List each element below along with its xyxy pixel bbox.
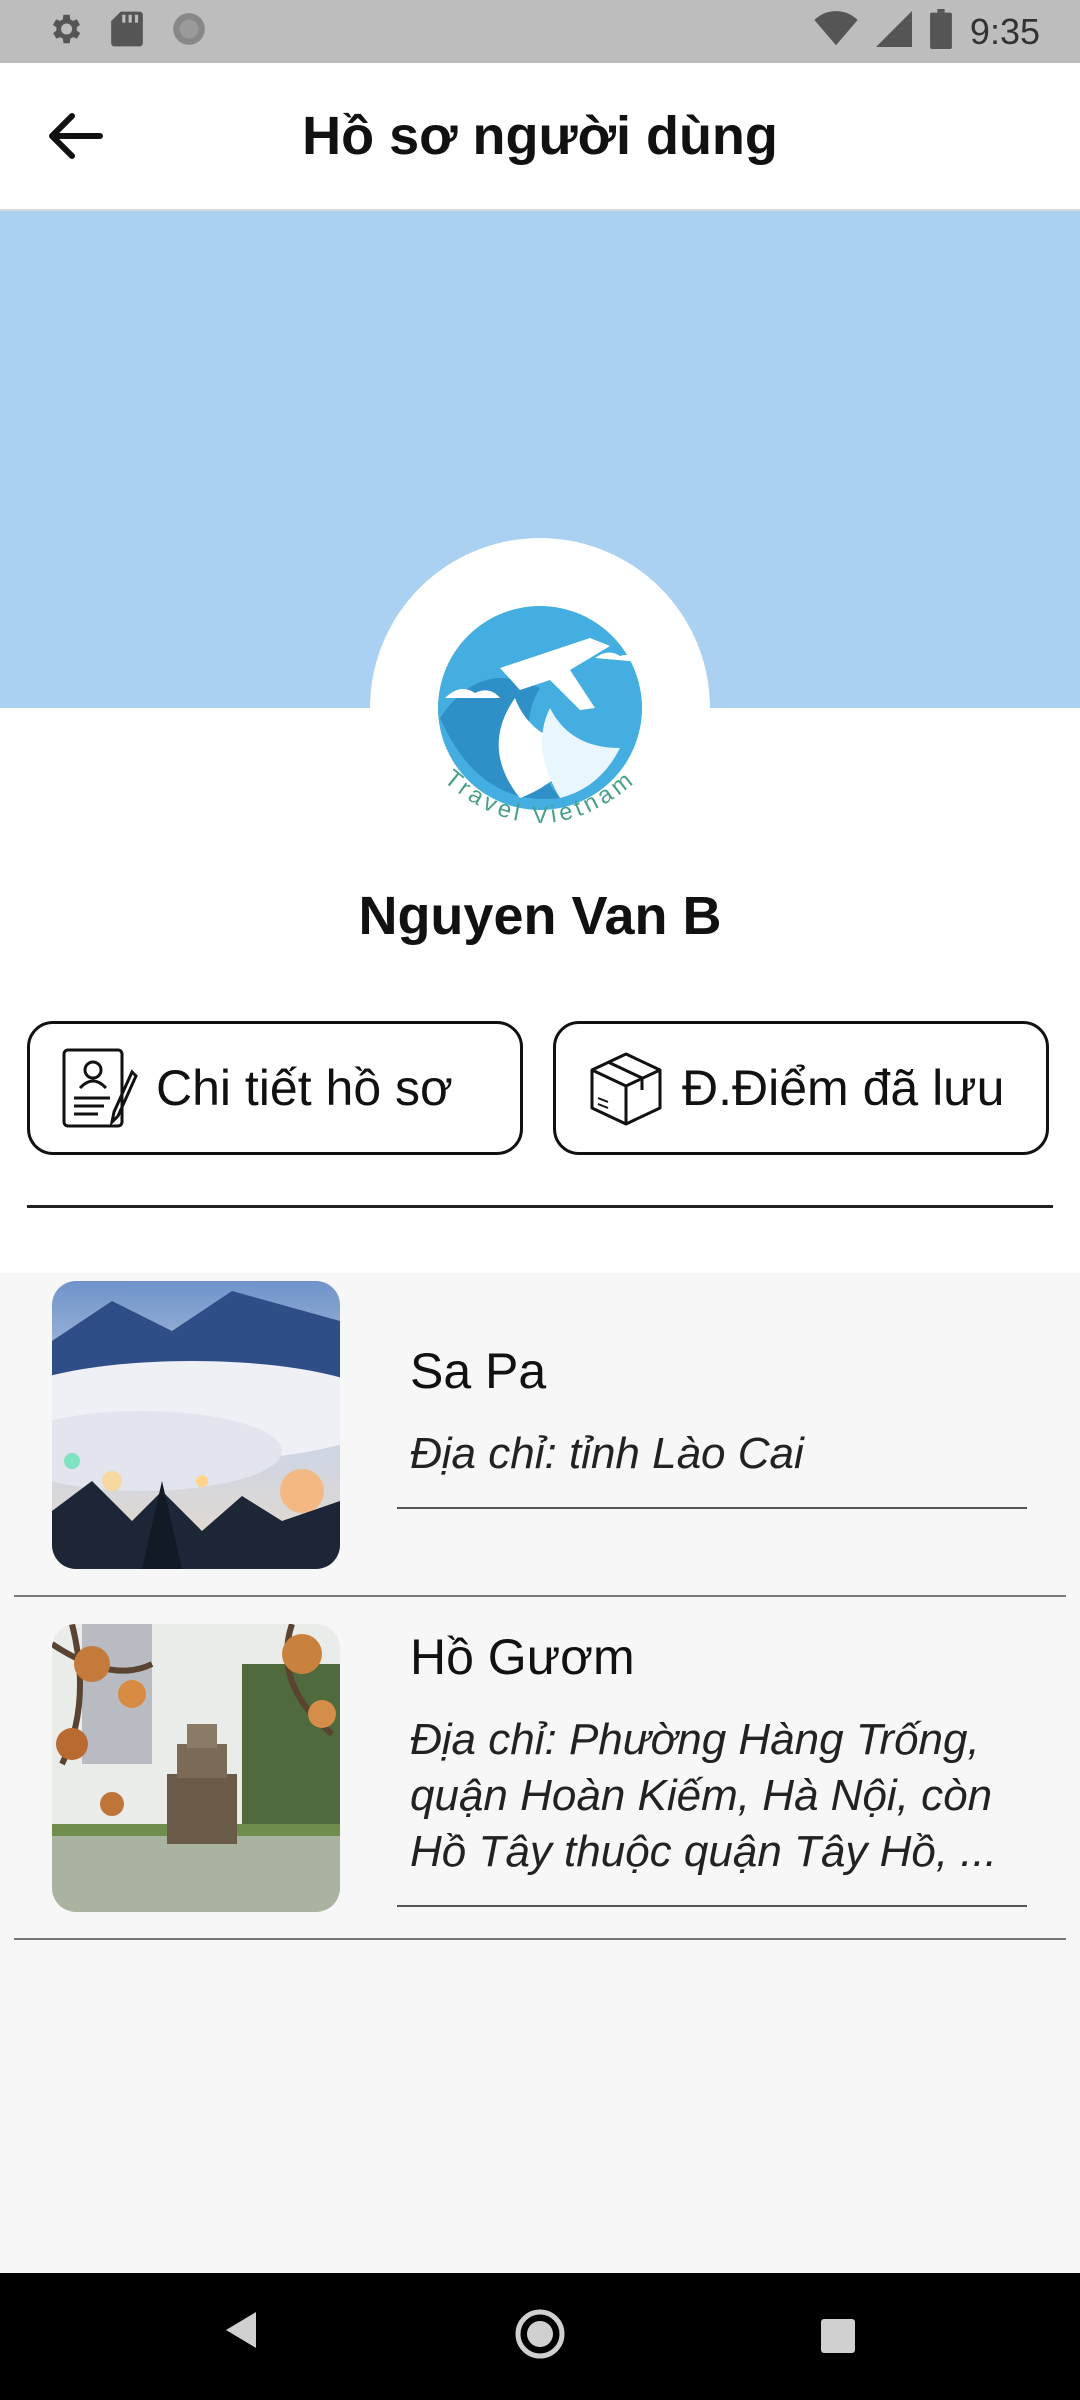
box-icon xyxy=(586,1046,666,1130)
saved-places-label: Đ.Điểm đã lưu xyxy=(682,1060,1005,1116)
list-separator xyxy=(14,1938,1066,1940)
status-time: 9:35 xyxy=(969,10,1040,52)
place-thumbnail-ho-guom xyxy=(52,1624,340,1912)
list-separator xyxy=(14,1595,1066,1597)
arrow-left-icon xyxy=(49,113,103,159)
place-thumbnail-sapa xyxy=(52,1281,340,1569)
travel-vietnam-logo: Travel Vietnam xyxy=(438,606,642,829)
status-bar-right: 9:35 xyxy=(814,0,1040,63)
gear-icon xyxy=(46,10,84,53)
profile-details-button[interactable]: Chi tiết hồ sơ xyxy=(27,1021,523,1155)
circle-notification-icon xyxy=(170,10,208,53)
recents-square-icon[interactable] xyxy=(821,2319,855,2353)
saved-places-button[interactable]: Đ.Điểm đã lưu xyxy=(553,1021,1049,1155)
place-address: Địa chỉ: tỉnh Lào Cai xyxy=(410,1429,804,1478)
app-bar: Hồ sơ người dùng xyxy=(0,63,1080,211)
profile-details-label: Chi tiết hồ sơ xyxy=(156,1060,453,1116)
section-divider xyxy=(27,1205,1053,1208)
system-nav-bar xyxy=(0,2273,1080,2400)
sd-card-icon xyxy=(110,10,144,53)
signal-icon xyxy=(875,11,912,52)
item-underline xyxy=(397,1507,1027,1509)
home-circle-icon[interactable] xyxy=(513,2307,567,2361)
place-title: Sa Pa xyxy=(410,1343,547,1399)
item-underline xyxy=(397,1905,1027,1907)
profile-name: Nguyen Van B xyxy=(358,886,722,946)
battery-icon xyxy=(930,9,952,54)
status-bar: 9:35 xyxy=(0,0,1080,63)
place-title: Hồ Gươm xyxy=(410,1629,635,1685)
back-triangle-icon[interactable] xyxy=(222,2308,260,2352)
status-bar-left xyxy=(46,0,208,63)
place-address: Địa chỉ: Phường Hàng Trống, quận Hoàn Ki… xyxy=(410,1715,997,1876)
wifi-icon xyxy=(814,11,858,52)
page-title: Hồ sơ người dùng xyxy=(302,106,778,166)
profile-document-icon xyxy=(60,1046,140,1130)
back-button[interactable] xyxy=(36,103,112,169)
